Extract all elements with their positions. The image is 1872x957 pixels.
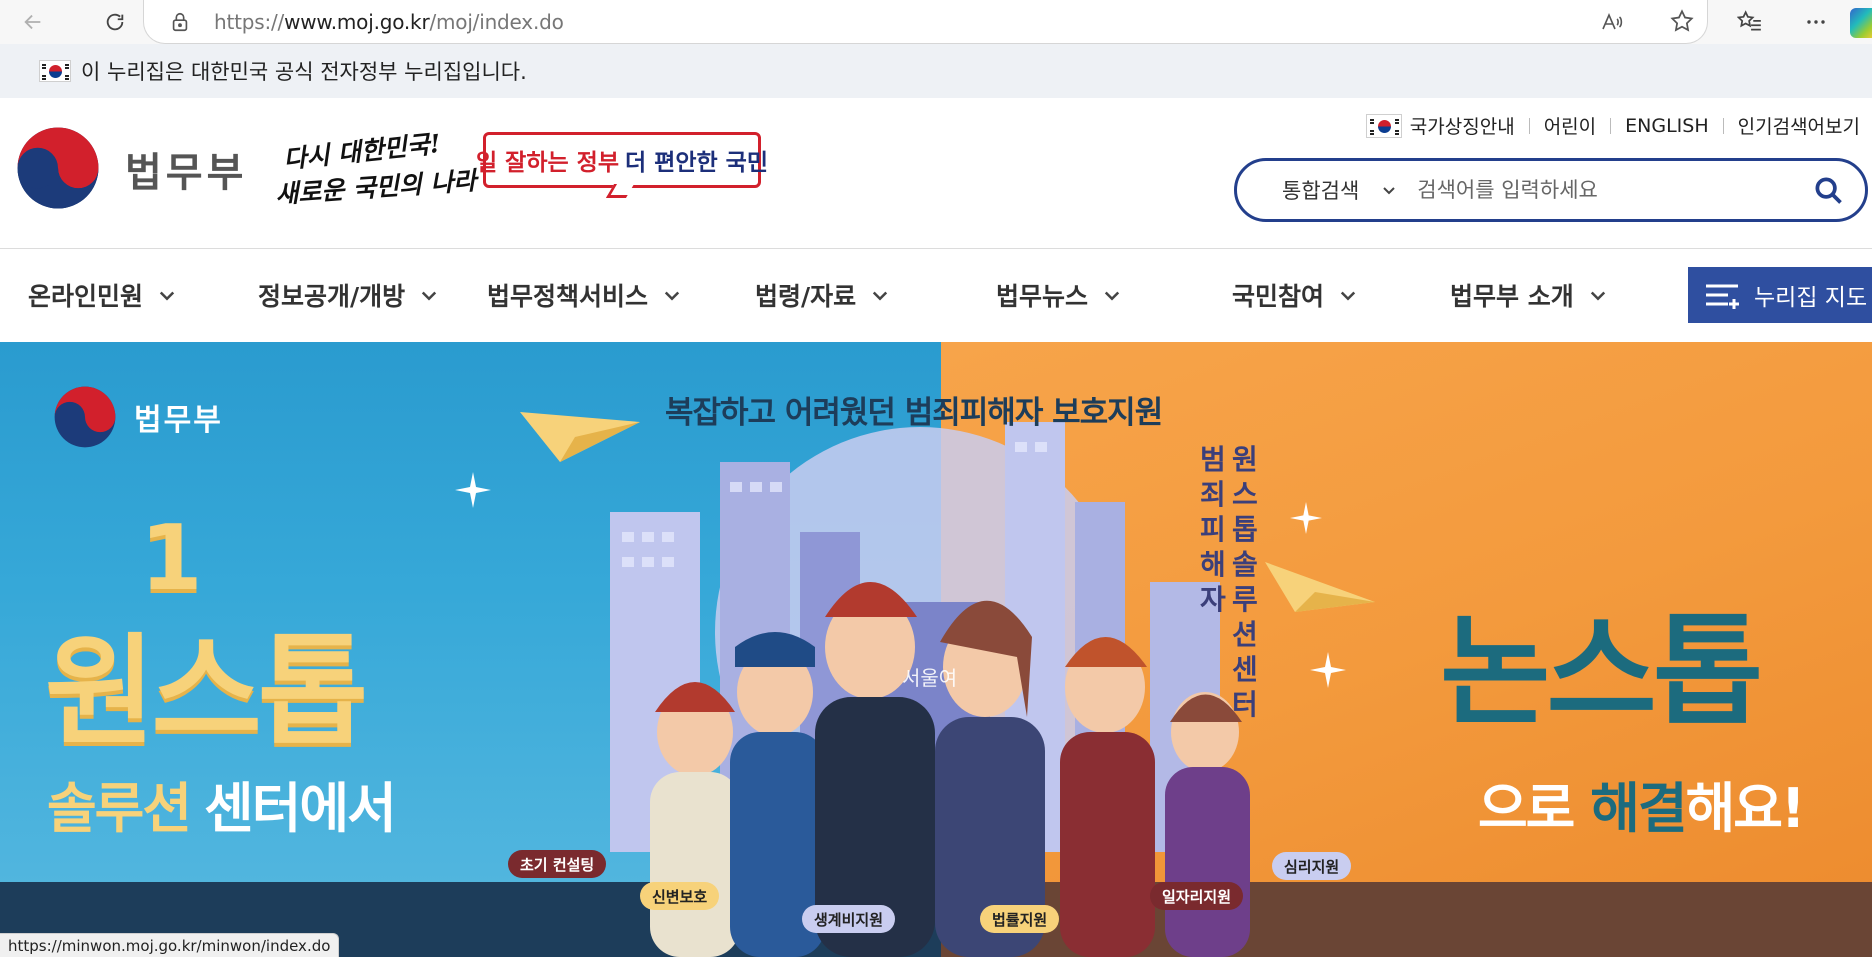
chevron-down-icon: [873, 291, 888, 301]
nav-online-civil[interactable]: 온라인민원: [28, 277, 177, 313]
chevron-down-icon: [1590, 291, 1605, 301]
handwritten-slogan: 다시 대한민국! 새로운 국민의 나라: [274, 128, 478, 209]
nav-label: 법령/자료: [755, 282, 857, 311]
address-bar[interactable]: https://www.moj.go.kr/moj/index.do: [143, 0, 1708, 44]
util-link-national-symbols[interactable]: 국가상징안내: [1410, 112, 1515, 139]
service-tag: 신변보호: [640, 882, 720, 910]
sparkle-icon: [455, 472, 491, 508]
nav-participation[interactable]: 국민참여: [1232, 277, 1358, 313]
nav-label: 법무부 소개: [1450, 282, 1574, 311]
sitemap-button[interactable]: 누리집 지도: [1688, 267, 1872, 323]
hero-onestop-subtitle: 솔루션 센터에서: [47, 777, 397, 840]
reload-button[interactable]: [97, 4, 133, 40]
nav-news[interactable]: 법무뉴스: [996, 277, 1122, 313]
nav-label: 정보공개/개방: [258, 282, 406, 311]
service-tag: 생계비지원: [802, 905, 896, 933]
paper-plane-icon: [520, 412, 640, 462]
search-input[interactable]: [1417, 178, 1778, 202]
paper-plane-icon: [1265, 562, 1375, 612]
hero-onestop-digit: 1: [140, 506, 203, 611]
nav-label: 법무뉴스: [996, 282, 1089, 311]
status-bar-url: https://minwon.moj.go.kr/minwon/index.do: [0, 933, 340, 957]
hero-onestop-text: 원스톱: [45, 623, 368, 762]
korea-flag-icon: [39, 60, 71, 82]
hero-vertical-label-center: 원스톱솔루션센터: [1232, 443, 1258, 721]
moj-emblem-icon: [54, 386, 116, 448]
chevron-down-icon: [422, 291, 437, 301]
chevron-down-icon: [1340, 291, 1356, 301]
url-text: https://www.moj.go.kr/moj/index.do: [214, 9, 564, 34]
hero-nonstop-subtitle: 으로 해결해요!: [1478, 777, 1806, 840]
divider: [1610, 117, 1612, 134]
moj-emblem-icon[interactable]: [12, 124, 104, 212]
util-link-popular-keywords[interactable]: 인기검색어보기: [1738, 112, 1860, 139]
reload-icon: [106, 13, 124, 31]
hero-logo: 법무부: [50, 384, 223, 450]
chevron-down-icon: [159, 291, 175, 301]
sitemap-label: 누리집 지도: [1754, 285, 1868, 311]
nav-info-disclosure[interactable]: 정보공개/개방: [258, 277, 439, 313]
arrow-left-icon: [24, 14, 41, 30]
nav-about[interactable]: 법무부 소개: [1450, 277, 1608, 313]
search-box: 통합검색: [1234, 158, 1868, 222]
logo-text[interactable]: 법무부: [125, 140, 247, 198]
nav-label: 온라인민원: [28, 282, 144, 311]
read-aloud-icon[interactable]: [1599, 9, 1625, 35]
sparkle-icon: [1290, 502, 1322, 534]
favorites-list-icon[interactable]: [1734, 6, 1766, 38]
gov-strip-text: 이 누리집은 대한민국 공식 전자정부 누리집입니다.: [81, 60, 527, 84]
sparkle-icon: [1310, 652, 1346, 688]
government-slogan-badge: 일 잘하는 정부 더 편안한 국민: [476, 132, 768, 188]
copilot-icon[interactable]: [1850, 8, 1872, 38]
search-icon[interactable]: [1813, 175, 1843, 205]
nav-policy-services[interactable]: 법무정책서비스: [487, 277, 682, 313]
korea-flag-icon: [1365, 113, 1402, 138]
gov-banner-strip: 이 누리집은 대한민국 공식 전자정부 누리집입니다.: [0, 44, 1872, 98]
divider: [1528, 117, 1530, 134]
back-button[interactable]: [15, 4, 51, 40]
nav-label: 법무정책서비스: [487, 282, 649, 311]
more-options-icon[interactable]: [1800, 6, 1832, 38]
main-navigation: 온라인민원 정보공개/개방 법무정책서비스 법령/자료 법무뉴스 국민참여 법무…: [0, 249, 1872, 342]
hero-onestop-title: 1 원스톱: [45, 506, 368, 768]
util-link-kids[interactable]: 어린이: [1544, 112, 1596, 139]
hero-building-sign: 서울여: [902, 666, 958, 690]
util-link-english[interactable]: ENGLISH: [1625, 115, 1708, 137]
lock-icon: [172, 12, 188, 31]
search-scope-select[interactable]: 통합검색: [1282, 175, 1359, 205]
service-tag: 일자리지원: [1150, 882, 1244, 910]
service-tag: 법률지원: [980, 905, 1060, 933]
utility-links: 국가상징안내 어린이 ENGLISH 인기검색어보기: [1365, 112, 1860, 139]
browser-toolbar: https://www.moj.go.kr/moj/index.do: [0, 0, 1872, 44]
chevron-down-icon: [1104, 291, 1120, 301]
favorite-star-icon[interactable]: [1669, 8, 1695, 34]
hero-vertical-label-victims: 범죄피해자: [1200, 443, 1226, 616]
chevron-down-icon: [664, 291, 680, 301]
divider: [1722, 117, 1724, 134]
service-tag: 심리지원: [1272, 852, 1352, 880]
hero-nonstop-title: 논스톱: [1440, 603, 1763, 742]
site-header: 법무부 다시 대한민국! 새로운 국민의 나라 일 잘하는 정부 더 편안한 국…: [0, 98, 1872, 249]
nav-laws-resources[interactable]: 법령/자료: [755, 277, 890, 313]
service-tag: 초기 컨설팅: [508, 850, 607, 878]
sitemap-menu-icon: [1706, 284, 1739, 309]
hero-logo-text: 법무부: [134, 403, 223, 438]
hero-banner[interactable]: 법무부 복잡하고 어려웠던 범죄피해자 보호지원 1 원스톱 솔루션 센터에서 논…: [0, 342, 1872, 957]
nav-label: 국민참여: [1232, 282, 1325, 311]
chevron-down-icon[interactable]: [1381, 182, 1397, 198]
hero-headline: 복잡하고 어려웠던 범죄피해자 보호지원: [665, 395, 1163, 431]
